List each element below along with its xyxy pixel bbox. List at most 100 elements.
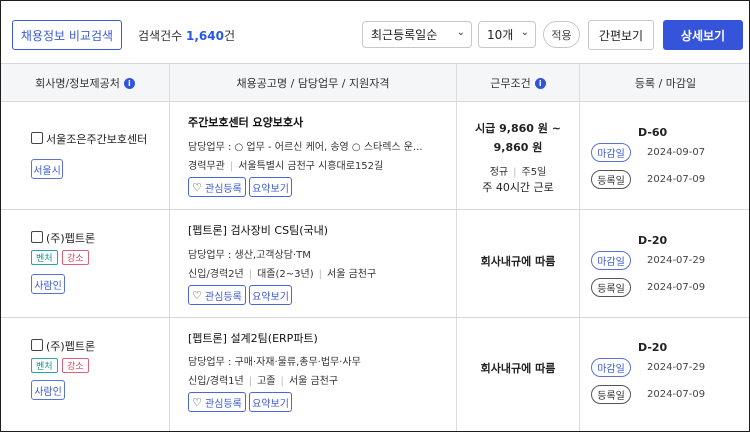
deadline-badge: 마감일 [591,143,631,162]
sort-select[interactable]: 최근등록일순 ⌄ [362,21,472,48]
column-divider [169,63,170,431]
job-title[interactable]: 주간보호센터 요양보호사 [188,114,303,130]
favorite-button[interactable]: ♡ 관심등록 [188,177,246,197]
row-divider [1,317,749,318]
column-header-company-label: 회사명/정보제공처 [35,77,120,90]
employment-type: 정규 | 주5일 [457,163,579,178]
column-header-conditions-label: 근무조건 [490,77,531,90]
column-header-dates-label: 등록 / 마감일 [634,77,697,90]
job-list-panel: 채용정보 비교검색 검색건수 1,640건 최근등록일순 ⌄ 10개 ⌄ 적용 간편… [0,0,750,432]
qualification-career: 신입/경력1년 [188,376,244,387]
favorite-button-label: 관심등록 [205,183,242,195]
source-tag[interactable]: 사람인 [31,380,65,400]
result-count-label: 검색건수 [138,29,186,43]
qualification-location: 서울 금천구 [288,376,339,387]
row-divider [1,209,749,210]
separator: | [248,376,253,387]
heart-icon: ♡ [192,180,203,194]
column-header-company: 회사명/정보제공처 i [1,64,169,102]
qualification-career: 신입/경력2년 [188,269,244,280]
table-header: 회사명/정보제공처 i 채용공고명 / 담당업무 / 지원자격 근무조건 i 등록 … [1,63,749,102]
summary-button[interactable]: 요약보기 [249,177,292,197]
separator: | [280,376,284,387]
column-header-job: 채용공고명 / 담당업무 / 지원자격 [170,64,456,102]
qualification-education: 대졸(2~3년) [257,269,314,280]
job-duty: 담당업무 : 생산,고객상담·TM [188,250,311,261]
chevron-down-icon: ⌄ [456,27,465,38]
job-duty: 담당업무 : 구매·자재·물류,총무·법무·사무 [188,357,361,368]
pay-range-start: 시급 9,860 원 ~ [475,122,561,135]
detail-view-button[interactable]: 상세보기 [663,20,743,50]
toolbar: 채용정보 비교검색 검색건수 1,640건 최근등록일순 ⌄ 10개 ⌄ 적용 간편… [1,1,749,63]
sort-select-value: 최근등록일순 [371,28,438,42]
column-divider [456,63,457,431]
badge-strong-sme: 강소 [62,358,89,373]
column-header-conditions: 근무조건 i [457,64,579,102]
simple-view-button[interactable]: 간편보기 [588,20,654,50]
per-page-select-value: 10개 [487,28,514,42]
company-name[interactable]: 서울조은주간보호센터 [46,131,147,147]
result-count: 검색건수 1,640건 [138,27,235,44]
job-qualifications: 신입/경력1년 | 고졸 | 서울 금천구 [188,372,338,387]
job-title[interactable]: [펩트론] 검사장비 CS팀(국내) [188,222,328,238]
job-title[interactable]: [펩트론] 설계2팀(ERP파트) [188,330,318,346]
pay-range-end: 9,860 원 [493,141,543,154]
deadline-badge: 마감일 [591,251,631,270]
info-icon[interactable]: i [123,77,135,89]
deadline-badge: 마감일 [591,358,631,377]
source-tag[interactable]: 사람인 [31,274,65,294]
summary-button[interactable]: 요약보기 [249,392,292,412]
registered-badge: 등록일 [591,278,631,297]
column-divider [579,63,580,431]
info-icon[interactable]: i [534,77,546,89]
column-header-job-label: 채용공고명 / 담당업무 / 지원자격 [236,77,390,90]
apply-button[interactable]: 적용 [543,21,580,48]
registered-date: 2024-07-09 [647,389,706,400]
work-conditions: 회사내규에 따름 [480,362,556,375]
favorite-button-label: 관심등록 [205,398,242,410]
separator: | [229,161,234,172]
job-duty: 담당업무 : ○ 업무 - 어르신 케어, 송영 ○ 스타렉스 운... [188,142,423,153]
heart-icon: ♡ [192,288,203,302]
qualification-location: 서울특별시 금천구 시흥대로152길 [238,161,384,172]
registered-date: 2024-07-09 [647,282,706,293]
result-count-unit: 건 [223,29,235,43]
row-checkbox[interactable] [31,132,43,144]
column-header-dates: 등록 / 마감일 [580,64,749,102]
badge-strong-sme: 강소 [62,250,89,265]
work-conditions: 회사내규에 따름 [480,255,556,268]
work-hours: 주 40시간 근로 [482,181,554,194]
separator: | [248,269,253,280]
row-checkbox[interactable] [31,231,43,243]
d-day: D-60 [638,126,668,139]
separator: | [513,167,517,178]
badge-venture: 벤처 [31,358,58,373]
favorite-button-label: 관심등록 [205,291,242,303]
registered-date: 2024-07-09 [647,174,706,185]
per-page-select[interactable]: 10개 ⌄ [478,21,536,48]
chevron-down-icon: ⌄ [520,27,529,38]
d-day: D-20 [638,341,668,354]
deadline-date: 2024-07-29 [647,362,706,373]
deadline-date: 2024-07-29 [647,255,706,266]
qualification-location: 서울 금천구 [327,269,377,280]
source-tag[interactable]: 서울시 [31,159,63,179]
heart-icon: ♡ [192,395,203,409]
company-name[interactable]: (주)펩트론 [46,338,95,354]
favorite-button[interactable]: ♡ 관심등록 [188,285,246,305]
summary-button[interactable]: 요약보기 [249,285,292,305]
registered-badge: 등록일 [591,170,631,189]
qualification-career: 경력무관 [188,161,225,172]
badge-venture: 벤처 [31,250,58,265]
separator: | [318,269,322,280]
row-checkbox[interactable] [31,339,43,351]
registered-badge: 등록일 [591,385,631,404]
company-name[interactable]: (주)펩트론 [46,230,95,246]
employment-type-value: 정규 [489,167,509,178]
d-day: D-20 [638,234,668,247]
qualification-education: 고졸 [257,376,276,387]
deadline-date: 2024-09-07 [647,147,706,158]
result-count-value: 1,640 [185,29,224,43]
favorite-button[interactable]: ♡ 관심등록 [188,392,246,412]
compare-search-button[interactable]: 채용정보 비교검색 [12,20,122,50]
